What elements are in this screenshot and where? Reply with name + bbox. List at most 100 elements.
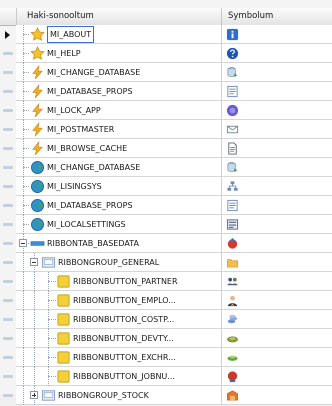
tree-cell[interactable]: MI_POSTMASTER — [16, 120, 222, 139]
symbol-cell[interactable] — [222, 310, 332, 329]
row-selector[interactable] — [0, 101, 16, 120]
tree-row[interactable]: RIBBONTAB_BASEDATA — [0, 234, 332, 253]
collapse-toggle[interactable] — [30, 258, 38, 266]
tree-row[interactable]: RIBBONGROUP_GENERAL — [0, 253, 332, 272]
row-selector[interactable] — [0, 196, 16, 215]
tree-row[interactable]: RIBBONBUTTON_JOBNU... — [0, 367, 332, 386]
symbol-cell[interactable] — [222, 234, 332, 253]
row-selector[interactable] — [0, 348, 16, 367]
symbol-cell[interactable] — [222, 253, 332, 272]
symbol-cell[interactable] — [222, 196, 332, 215]
tree-row[interactable]: MI_CHANGE_DATABASE — [0, 63, 332, 82]
tree-cell[interactable]: MI_BROWSE_CACHE — [16, 139, 222, 158]
tree-cell[interactable]: RIBBONBUTTON_EXCHR... — [16, 348, 222, 367]
row-selector[interactable] — [0, 177, 16, 196]
symbol-cell[interactable] — [222, 63, 332, 82]
symbol-cell[interactable] — [222, 177, 332, 196]
tree-cell[interactable]: RIBBONTAB_BASEDATA — [16, 234, 222, 253]
tree-row[interactable]: RIBBONGROUP_STOCK — [0, 386, 332, 405]
collapse-toggle[interactable] — [19, 239, 27, 247]
row-marker — [3, 394, 13, 397]
settings-icon — [226, 218, 239, 231]
tree-row[interactable]: MI_DATABASE_PROPS — [0, 82, 332, 101]
expand-toggle[interactable] — [30, 391, 38, 399]
tree-row[interactable]: MI_ABOUT — [0, 25, 332, 44]
column-header-name[interactable]: Haki-sonooltum — [16, 8, 222, 25]
costcenter-icon — [226, 313, 239, 326]
row-selector[interactable] — [0, 120, 16, 139]
tree-row[interactable]: RIBBONBUTTON_PARTNER — [0, 272, 332, 291]
tree-row[interactable]: RIBBONBUTTON_EMPLO... — [0, 291, 332, 310]
tree-cell[interactable]: RIBBONBUTTON_PARTNER — [16, 272, 222, 291]
symbol-cell[interactable] — [222, 101, 332, 120]
symbol-cell[interactable] — [222, 158, 332, 177]
row-selector[interactable] — [0, 310, 16, 329]
row-selector[interactable] — [0, 63, 16, 82]
row-selector[interactable] — [0, 367, 16, 386]
tree-row[interactable]: RIBBONBUTTON_EXCHR... — [0, 348, 332, 367]
tree-cell[interactable]: RIBBONBUTTON_EMPLO... — [16, 291, 222, 310]
stock-icon — [226, 389, 239, 402]
row-selector[interactable] — [0, 44, 16, 63]
tree-cell[interactable]: MI_ABOUT — [16, 25, 222, 44]
tree-cell[interactable]: RIBBONGROUP_GENERAL — [16, 253, 222, 272]
row-selector[interactable] — [0, 291, 16, 310]
symbol-cell[interactable] — [222, 82, 332, 101]
row-selector[interactable] — [0, 253, 16, 272]
row-selector[interactable] — [0, 82, 16, 101]
tree-row[interactable]: MI_POSTMASTER — [0, 120, 332, 139]
tree-guide-line — [23, 205, 29, 206]
tree-row[interactable]: MI_CHANGE_DATABASE — [0, 158, 332, 177]
row-selector[interactable] — [0, 139, 16, 158]
tree-cell[interactable]: MI_DATABASE_PROPS — [16, 82, 222, 101]
symbol-cell[interactable] — [222, 44, 332, 63]
row-selector[interactable] — [0, 215, 16, 234]
tree-cell[interactable]: RIBBONBUTTON_JOBNU... — [16, 367, 222, 386]
symbol-cell[interactable] — [222, 386, 332, 405]
lightning-icon — [30, 83, 45, 99]
tree-guide-line — [34, 310, 35, 329]
tree-row[interactable]: MI_LOCK_APP — [0, 101, 332, 120]
row-selector[interactable] — [0, 234, 16, 253]
tree-cell[interactable]: MI_CHANGE_DATABASE — [16, 63, 222, 82]
tree-cell[interactable]: RIBBONBUTTON_COSTP... — [16, 310, 222, 329]
symbol-cell[interactable] — [222, 329, 332, 348]
row-selector[interactable] — [0, 272, 16, 291]
tree-item-label: MI_DATABASE_PROPS — [47, 87, 133, 96]
ribbongroup-icon — [41, 255, 56, 270]
tree-cell[interactable]: MI_CHANGE_DATABASE — [16, 158, 222, 177]
row-selector[interactable] — [0, 329, 16, 348]
tree-cell[interactable]: MI_LOCALSETTINGS — [16, 215, 222, 234]
symbol-cell[interactable] — [222, 120, 332, 139]
symbol-cell[interactable] — [222, 215, 332, 234]
tree-cell[interactable]: MI_HELP — [16, 44, 222, 63]
symbol-cell[interactable] — [222, 272, 332, 291]
tree-row[interactable]: MI_HELP — [0, 44, 332, 63]
button-square-icon — [56, 369, 71, 384]
tree-cell[interactable]: RIBBONBUTTON_DEVTY... — [16, 329, 222, 348]
row-selector[interactable] — [0, 386, 16, 405]
tree-cell[interactable]: MI_LOCK_APP — [16, 101, 222, 120]
lock-icon — [226, 104, 239, 117]
tree-row[interactable]: RIBBONBUTTON_COSTP... — [0, 310, 332, 329]
tree-cell[interactable]: MI_DATABASE_PROPS — [16, 196, 222, 215]
tree-icon — [226, 180, 239, 193]
tree-row[interactable]: RIBBONBUTTON_DEVTY... — [0, 329, 332, 348]
tree-row[interactable]: MI_LOCALSETTINGS — [0, 215, 332, 234]
tree-item-label: MI_CHANGE_DATABASE — [47, 163, 141, 172]
button-square-icon — [56, 293, 71, 308]
tree-cell[interactable]: RIBBONGROUP_STOCK — [16, 386, 222, 405]
symbol-cell[interactable] — [222, 291, 332, 310]
folder-icon — [226, 256, 239, 269]
symbol-cell[interactable] — [222, 139, 332, 158]
tree-row[interactable]: MI_DATABASE_PROPS — [0, 196, 332, 215]
row-selector[interactable] — [0, 25, 16, 44]
tree-row[interactable]: MI_BROWSE_CACHE — [0, 139, 332, 158]
symbol-cell[interactable] — [222, 367, 332, 386]
tree-row[interactable]: MI_LISINGSYS — [0, 177, 332, 196]
symbol-cell[interactable] — [222, 25, 332, 44]
row-selector[interactable] — [0, 158, 16, 177]
column-header-symbol[interactable]: Symbolum — [224, 8, 332, 25]
symbol-cell[interactable] — [222, 348, 332, 367]
tree-cell[interactable]: MI_LISINGSYS — [16, 177, 222, 196]
